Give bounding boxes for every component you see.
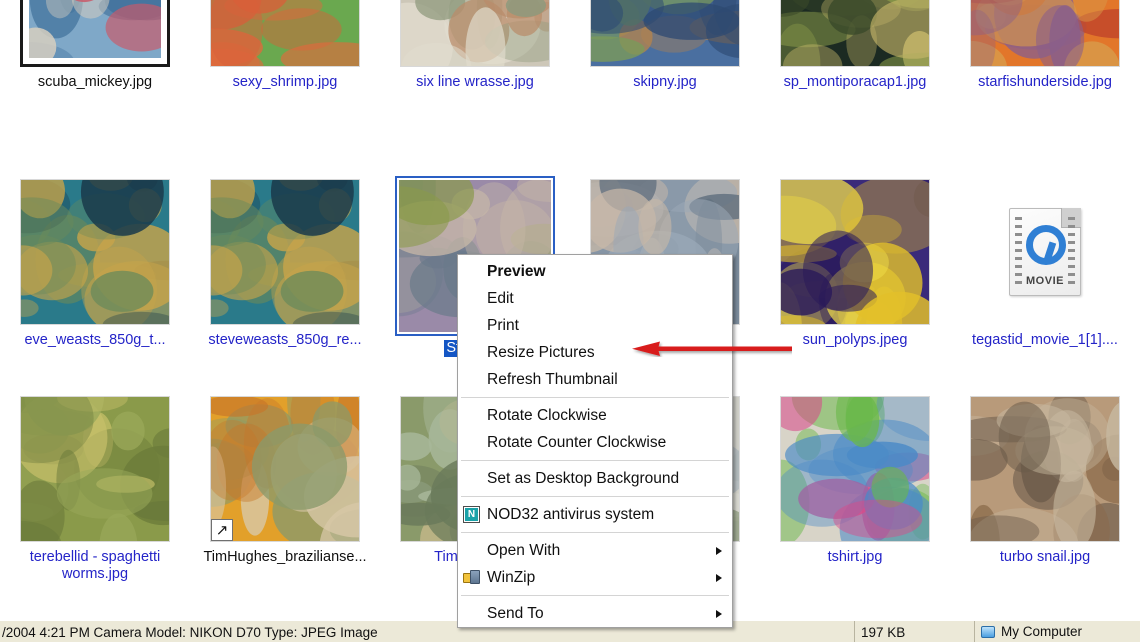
menu-item-label: Open With	[487, 542, 561, 559]
thumbnail-image	[591, 0, 739, 66]
file-label[interactable]: skipny.jpg	[633, 74, 696, 91]
thumbnail-image	[971, 0, 1119, 66]
file-item[interactable]: ↗ TimHughes_brazilianse...	[190, 389, 380, 606]
explorer-window: scuba_mickey.jpg sexy_shrimp.jpg six line …	[0, 0, 1140, 642]
submenu-chevron-icon	[716, 547, 722, 555]
file-item[interactable]: sexy_shrimp.jpg	[190, 0, 380, 183]
file-thumbnail[interactable]	[587, 0, 743, 70]
menu-item-preview[interactable]: Preview	[458, 258, 732, 285]
file-thumbnail[interactable]	[777, 176, 933, 328]
thumbnail-image	[211, 397, 359, 541]
menu-item-label: Edit	[487, 290, 514, 307]
menu-item-edit[interactable]: Edit	[458, 285, 732, 312]
shortcut-overlay-icon: ↗	[211, 519, 233, 541]
menu-separator	[461, 595, 729, 596]
file-thumbnail[interactable]: MOVIE	[967, 176, 1123, 328]
file-label[interactable]: tshirt.jpg	[828, 549, 883, 566]
quicktime-movie-icon: MOVIE	[1009, 208, 1081, 296]
file-label[interactable]: six line wrasse.jpg	[416, 74, 534, 91]
status-bar-location-label: My Computer	[1001, 623, 1083, 639]
menu-item-label: Rotate Counter Clockwise	[487, 434, 667, 451]
file-thumbnail[interactable]	[967, 0, 1123, 70]
file-label[interactable]: tegastid_movie_1[1]....	[972, 332, 1118, 349]
menu-item-print[interactable]: Print	[458, 312, 732, 339]
thumbnail-image	[781, 180, 929, 324]
menu-item-open-with[interactable]: Open With	[458, 537, 732, 564]
menu-separator	[461, 496, 729, 497]
menu-item-label: Preview	[487, 263, 546, 280]
menu-item-label: Resize Pictures	[487, 344, 595, 361]
thumbnail-row: scuba_mickey.jpg sexy_shrimp.jpg six line …	[0, 0, 1140, 183]
file-item[interactable]: eve_weasts_850g_t...	[0, 172, 190, 389]
file-thumbnail[interactable]	[207, 176, 363, 328]
menu-item-label: NOD32 antivirus system	[487, 506, 655, 523]
status-bar-size: 197 KB	[855, 621, 975, 642]
thumbnail-image	[401, 0, 549, 66]
menu-item-set-as-desktop-background[interactable]: Set as Desktop Background	[458, 465, 732, 492]
file-item[interactable]: six line wrasse.jpg	[380, 0, 570, 183]
file-label[interactable]: sexy_shrimp.jpg	[233, 74, 338, 91]
file-thumbnail[interactable]	[17, 0, 173, 70]
file-label[interactable]: starfishunderside.jpg	[978, 74, 1112, 91]
menu-item-label: WinZip	[487, 569, 536, 586]
context-menu[interactable]: Preview Edit Print Resize Pictures Refresh T…	[457, 254, 733, 628]
annotation-arrow-icon	[632, 341, 792, 356]
thumbnail-image	[21, 397, 169, 541]
file-item[interactable]: MOVIE tegastid_movie_1[1]....	[950, 172, 1140, 389]
file-item[interactable]: tshirt.jpg	[760, 389, 950, 606]
menu-item-label: Set as Desktop Background	[487, 470, 680, 487]
thumbnail-image	[211, 180, 359, 324]
thumbnail-image	[211, 0, 359, 66]
thumbnail-image	[781, 0, 929, 66]
file-label[interactable]: eve_weasts_850g_t...	[24, 332, 165, 349]
file-item[interactable]: starfishunderside.jpg	[950, 0, 1140, 183]
file-item[interactable]: sp_montiporacap1.jpg	[760, 0, 950, 183]
nod32-icon: N	[463, 506, 480, 523]
file-item[interactable]: steveweasts_850g_re...	[190, 172, 380, 389]
winzip-icon	[463, 569, 480, 586]
file-label[interactable]: turbo snail.jpg	[1000, 549, 1090, 566]
file-label[interactable]: scuba_mickey.jpg	[38, 74, 152, 91]
menu-item-label: Print	[487, 317, 519, 334]
menu-item-label: Rotate Clockwise	[487, 407, 607, 424]
file-thumbnail[interactable]	[397, 0, 553, 70]
thumbnail-image	[21, 180, 169, 324]
menu-separator	[461, 460, 729, 461]
menu-separator	[461, 397, 729, 398]
menu-item-winzip[interactable]: WinZip	[458, 564, 732, 591]
file-thumbnail[interactable]	[207, 0, 363, 70]
file-thumbnail[interactable]	[967, 393, 1123, 545]
file-label[interactable]: sp_montiporacap1.jpg	[784, 74, 927, 91]
menu-item-label: Refresh Thumbnail	[487, 371, 618, 388]
thumbnail-image	[781, 397, 929, 541]
menu-item-refresh-thumbnail[interactable]: Refresh Thumbnail	[458, 366, 732, 393]
file-item[interactable]: skipny.jpg	[570, 0, 760, 183]
menu-separator	[461, 532, 729, 533]
menu-item-nod32-antivirus-system[interactable]: N NOD32 antivirus system	[458, 501, 732, 528]
file-label[interactable]: TimHughes_brazilianse...	[203, 549, 366, 566]
menu-item-rotate-counter-clockwise[interactable]: Rotate Counter Clockwise	[458, 429, 732, 456]
file-label[interactable]: steveweasts_850g_re...	[208, 332, 361, 349]
file-thumbnail[interactable]	[777, 0, 933, 70]
file-thumbnail[interactable]: ↗	[207, 393, 363, 545]
file-label[interactable]: terebellid - spaghetti worms.jpg	[30, 549, 161, 583]
thumbnail-image	[971, 397, 1119, 541]
file-thumbnail[interactable]	[17, 393, 173, 545]
file-thumbnail[interactable]	[17, 176, 173, 328]
file-item[interactable]: turbo snail.jpg	[950, 389, 1140, 606]
thumbnail-image	[29, 0, 161, 58]
file-thumbnail[interactable]	[777, 393, 933, 545]
submenu-chevron-icon	[716, 574, 722, 582]
status-bar-location: My Computer	[975, 621, 1140, 642]
file-item[interactable]: terebellid - spaghetti worms.jpg	[0, 389, 190, 606]
my-computer-icon	[981, 625, 995, 638]
menu-item-rotate-clockwise[interactable]: Rotate Clockwise	[458, 402, 732, 429]
menu-item-send-to[interactable]: Send To	[458, 600, 732, 627]
submenu-chevron-icon	[716, 610, 722, 618]
menu-item-label: Send To	[487, 605, 544, 622]
file-item[interactable]: scuba_mickey.jpg	[0, 0, 190, 183]
file-label[interactable]: sun_polyps.jpeg	[803, 332, 908, 349]
